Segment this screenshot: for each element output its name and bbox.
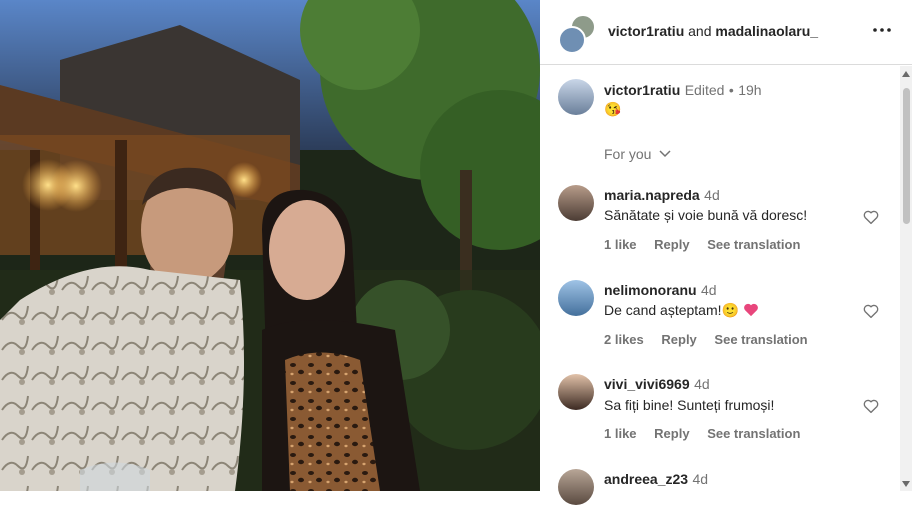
comment-time[interactable]: 4d bbox=[701, 282, 717, 298]
comments-scrollbar[interactable] bbox=[900, 66, 912, 491]
collab-avatar-front[interactable] bbox=[558, 26, 586, 54]
see-translation-button[interactable]: See translation bbox=[714, 332, 807, 347]
more-options-icon[interactable] bbox=[870, 18, 894, 42]
comment-text: De cand așteptam! bbox=[604, 302, 722, 318]
pink-heart-icon bbox=[743, 303, 758, 317]
scroll-down-arrow-icon[interactable] bbox=[902, 481, 910, 487]
smile-emoji: 🙂 bbox=[721, 302, 739, 318]
comment-time[interactable]: 4d bbox=[693, 471, 709, 487]
comment-username[interactable]: andreea_z23 bbox=[604, 471, 688, 487]
comment-filter[interactable]: For you bbox=[604, 146, 672, 162]
comment-text: Sa fiți bine! Sunteți frumoși! bbox=[604, 397, 775, 413]
comments-panel: victor1ratiu and madalinaolaru_ victor1r… bbox=[540, 0, 912, 505]
comment-actions: 1 like Reply See translation bbox=[604, 426, 814, 441]
comment-username[interactable]: nelimonoranu bbox=[604, 282, 697, 298]
comment-avatar[interactable] bbox=[558, 469, 594, 505]
comment-actions: 2 likes Reply See translation bbox=[604, 332, 822, 347]
comment-username[interactable]: vivi_vivi6969 bbox=[604, 376, 690, 392]
caption-edited: Edited bbox=[684, 82, 725, 98]
caption-separator: • bbox=[728, 82, 734, 98]
see-translation-button[interactable]: See translation bbox=[707, 237, 800, 252]
filter-label: For you bbox=[604, 146, 652, 162]
comment-text: Sănătate și voie bună vă doresc! bbox=[604, 207, 808, 223]
collab-names: victor1ratiu and madalinaolaru_ bbox=[608, 23, 818, 39]
caption-avatar[interactable] bbox=[558, 79, 594, 115]
caption-time[interactable]: 19h bbox=[738, 82, 761, 98]
scroll-up-arrow-icon[interactable] bbox=[902, 71, 910, 77]
post-photo bbox=[0, 0, 540, 491]
caption-text: 😘 bbox=[604, 101, 622, 117]
like-count[interactable]: 1 like bbox=[604, 237, 637, 252]
chevron-down-icon bbox=[659, 150, 671, 158]
like-count[interactable]: 2 likes bbox=[604, 332, 644, 347]
like-count[interactable]: 1 like bbox=[604, 426, 637, 441]
heart-icon[interactable] bbox=[862, 302, 880, 320]
reply-button[interactable]: Reply bbox=[661, 332, 696, 347]
comment-actions: 1 like Reply See translation bbox=[604, 237, 814, 252]
reply-button[interactable]: Reply bbox=[654, 237, 689, 252]
caption-username[interactable]: victor1ratiu bbox=[604, 82, 680, 98]
see-translation-button[interactable]: See translation bbox=[707, 426, 800, 441]
comment-username[interactable]: maria.napreda bbox=[604, 187, 700, 203]
heart-icon[interactable] bbox=[862, 397, 880, 415]
header-username-1[interactable]: victor1ratiu bbox=[608, 23, 684, 39]
header-username-2[interactable]: madalinaolaru_ bbox=[715, 23, 818, 39]
scrollbar-thumb[interactable] bbox=[903, 88, 910, 224]
header-joiner: and bbox=[688, 23, 712, 39]
comment-avatar[interactable] bbox=[558, 185, 594, 221]
post-header: victor1ratiu and madalinaolaru_ bbox=[540, 0, 912, 65]
heart-icon[interactable] bbox=[862, 208, 880, 226]
comment-avatar[interactable] bbox=[558, 280, 594, 316]
comment-time[interactable]: 4d bbox=[704, 187, 720, 203]
comment-text-wrap: De cand așteptam!🙂 bbox=[604, 302, 759, 319]
comment-avatar[interactable] bbox=[558, 374, 594, 410]
comment-time[interactable]: 4d bbox=[694, 376, 710, 392]
reply-button[interactable]: Reply bbox=[654, 426, 689, 441]
